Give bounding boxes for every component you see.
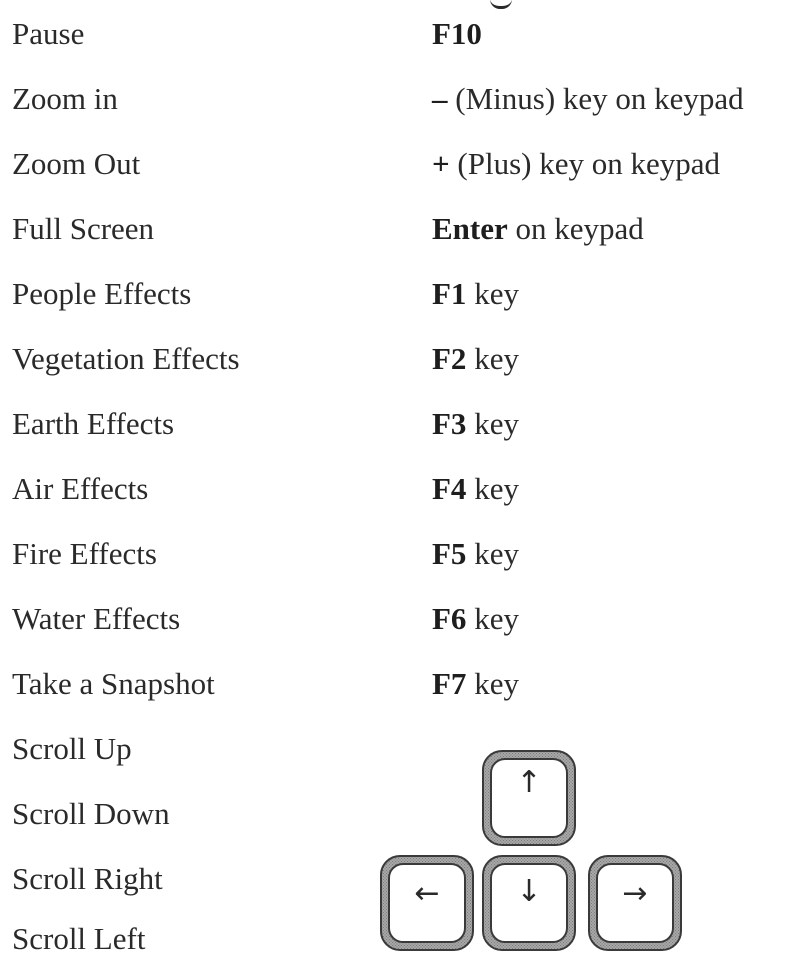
arrow-right-keycap: →	[596, 863, 674, 943]
action-label: Scroll Left	[12, 921, 146, 956]
shortcut-row-earth-effects: Earth Effects F3 key	[0, 399, 807, 449]
shortcut-key: F5	[432, 536, 467, 571]
shortcut-suffix: (Minus) key on keypad	[447, 81, 744, 116]
shortcut-key: –	[432, 81, 448, 116]
shortcut-suffix: key	[466, 536, 519, 571]
action-label: Zoom in	[12, 81, 118, 116]
shortcut-text: Enter on keypad	[432, 204, 644, 254]
action-label: Vegetation Effects	[12, 341, 240, 376]
shortcut-text: – (Minus) key on keypad	[432, 74, 744, 124]
arrow-left-icon: ←	[414, 876, 440, 911]
shortcut-row-water-effects: Water Effects F6 key	[0, 594, 807, 644]
shortcut-row-air-effects: Air Effects F4 key	[0, 464, 807, 514]
arrow-up-key: ↑	[482, 750, 576, 846]
shortcut-key: F2	[432, 341, 467, 376]
shortcut-key: F1	[432, 276, 467, 311]
arrow-left-keycap: ←	[388, 863, 466, 943]
shortcut-row-zoom-in: Zoom in – (Minus) key on keypad	[0, 74, 807, 124]
shortcut-text: F1 key	[432, 269, 519, 319]
shortcut-suffix: key	[466, 666, 519, 701]
arrow-up-icon: ↑	[516, 765, 542, 800]
action-label: Zoom Out	[12, 146, 141, 181]
shortcut-text: F2 key	[432, 334, 519, 384]
shortcut-key: F10	[432, 16, 482, 51]
action-label: Scroll Up	[12, 731, 132, 766]
action-label: Scroll Down	[12, 796, 170, 831]
action-label: Pause	[12, 16, 85, 51]
shortcut-text: F4 key	[432, 464, 519, 514]
shortcut-text: F5 key	[432, 529, 519, 579]
action-label: Full Screen	[12, 211, 155, 246]
shortcut-key: F3	[432, 406, 467, 441]
shortcut-text: + (Plus) key on keypad	[432, 139, 720, 189]
arrow-down-icon: ↓	[516, 874, 542, 909]
shortcut-text: F3 key	[432, 399, 519, 449]
arrow-down-keycap: ↓	[490, 863, 568, 943]
action-label: Earth Effects	[12, 406, 175, 441]
shortcut-text: F7 key	[432, 659, 519, 709]
arrow-down-key: ↓	[482, 855, 576, 951]
cropped-heading-fragment	[490, 0, 512, 9]
arrow-right-icon: →	[622, 876, 648, 911]
shortcut-key: F7	[432, 666, 467, 701]
shortcut-text: F10	[432, 9, 482, 59]
shortcut-row-full-screen: Full Screen Enter on keypad	[0, 204, 807, 254]
shortcut-row-pause: Pause F10	[0, 9, 807, 59]
shortcut-key: F6	[432, 601, 467, 636]
shortcut-suffix: key	[466, 471, 519, 506]
shortcut-suffix: key	[466, 406, 519, 441]
shortcut-row-take-snapshot: Take a Snapshot F7 key	[0, 659, 807, 709]
arrow-up-keycap: ↑	[490, 758, 568, 838]
shortcut-row-scroll-down: Scroll Down	[0, 789, 807, 839]
shortcut-row-fire-effects: Fire Effects F5 key	[0, 529, 807, 579]
action-label: Fire Effects	[12, 536, 157, 571]
arrow-left-key: ←	[380, 855, 474, 951]
shortcut-key: Enter	[432, 211, 508, 246]
shortcut-row-people-effects: People Effects F1 key	[0, 269, 807, 319]
arrow-right-key: →	[588, 855, 682, 951]
shortcut-key: +	[432, 146, 450, 181]
shortcut-suffix: on keypad	[507, 211, 644, 246]
shortcut-key: F4	[432, 471, 467, 506]
shortcut-row-zoom-out: Zoom Out + (Plus) key on keypad	[0, 139, 807, 189]
action-label: People Effects	[12, 276, 192, 311]
shortcut-suffix: (Plus) key on keypad	[449, 146, 721, 181]
shortcut-suffix: key	[466, 601, 519, 636]
shortcut-suffix: key	[466, 341, 519, 376]
shortcut-row-vegetation-effects: Vegetation Effects F2 key	[0, 334, 807, 384]
action-label: Scroll Right	[12, 861, 163, 896]
action-label: Water Effects	[12, 601, 181, 636]
shortcut-text: F6 key	[432, 594, 519, 644]
action-label: Air Effects	[12, 471, 149, 506]
shortcut-suffix: key	[466, 276, 519, 311]
shortcut-row-scroll-up: Scroll Up	[0, 724, 807, 774]
action-label: Take a Snapshot	[12, 666, 215, 701]
